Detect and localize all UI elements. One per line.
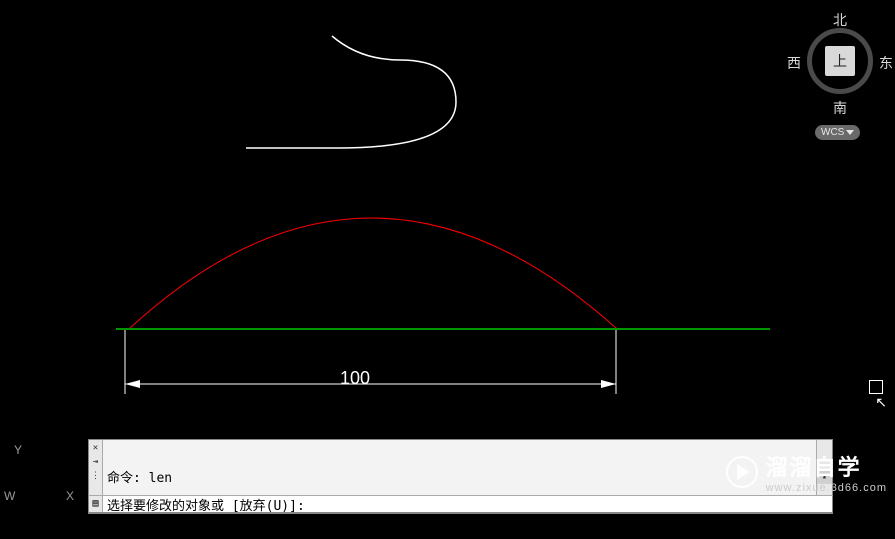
dimension-text[interactable]: 100 (340, 368, 370, 389)
ucs-y-label: Y (14, 443, 22, 457)
model-space-svg (0, 0, 895, 420)
cursor-arrow-icon: ↖ (875, 394, 887, 411)
red-arc[interactable] (130, 218, 616, 328)
cmd-line: 命令: len (107, 471, 828, 486)
close-icon[interactable]: ✕ (90, 442, 102, 454)
drawing-canvas[interactable]: 100 (0, 0, 895, 420)
ucs-x-label: X (66, 489, 74, 503)
command-input-row[interactable]: ▤ 选择要修改的对象或 [放弃(U)]: (88, 495, 833, 513)
compass-north[interactable]: 北 (795, 10, 885, 30)
wcs-dropdown[interactable]: WCS (815, 125, 860, 140)
command-prompt-icon: ▤ (89, 496, 103, 512)
pin-icon[interactable]: ⇥ (90, 456, 102, 468)
viewcube[interactable]: 上 北 南 西 东 WCS (795, 10, 885, 140)
compass-south[interactable]: 南 (795, 98, 885, 118)
viewcube-top-face[interactable]: 上 (825, 46, 855, 76)
dim-arrow-left (125, 380, 140, 388)
ucs-w-label: W (4, 489, 15, 503)
chevron-down-icon (846, 130, 854, 135)
compass-west[interactable]: 西 (787, 53, 801, 73)
dim-arrow-right (601, 380, 616, 388)
crosshair-pickbox (869, 380, 883, 394)
spline-curve[interactable] (246, 36, 456, 148)
play-icon (726, 456, 758, 488)
command-input[interactable]: 选择要修改的对象或 [放弃(U)]: (103, 495, 832, 514)
watermark: 溜溜自学 www.zixue.3d66.com (726, 450, 887, 494)
watermark-url: www.zixue.3d66.com (766, 482, 887, 494)
handle-icon[interactable]: ⋮ (90, 470, 102, 482)
wcs-label: WCS (821, 127, 844, 138)
watermark-title: 溜溜自学 (766, 450, 887, 482)
compass-east[interactable]: 东 (879, 53, 893, 73)
